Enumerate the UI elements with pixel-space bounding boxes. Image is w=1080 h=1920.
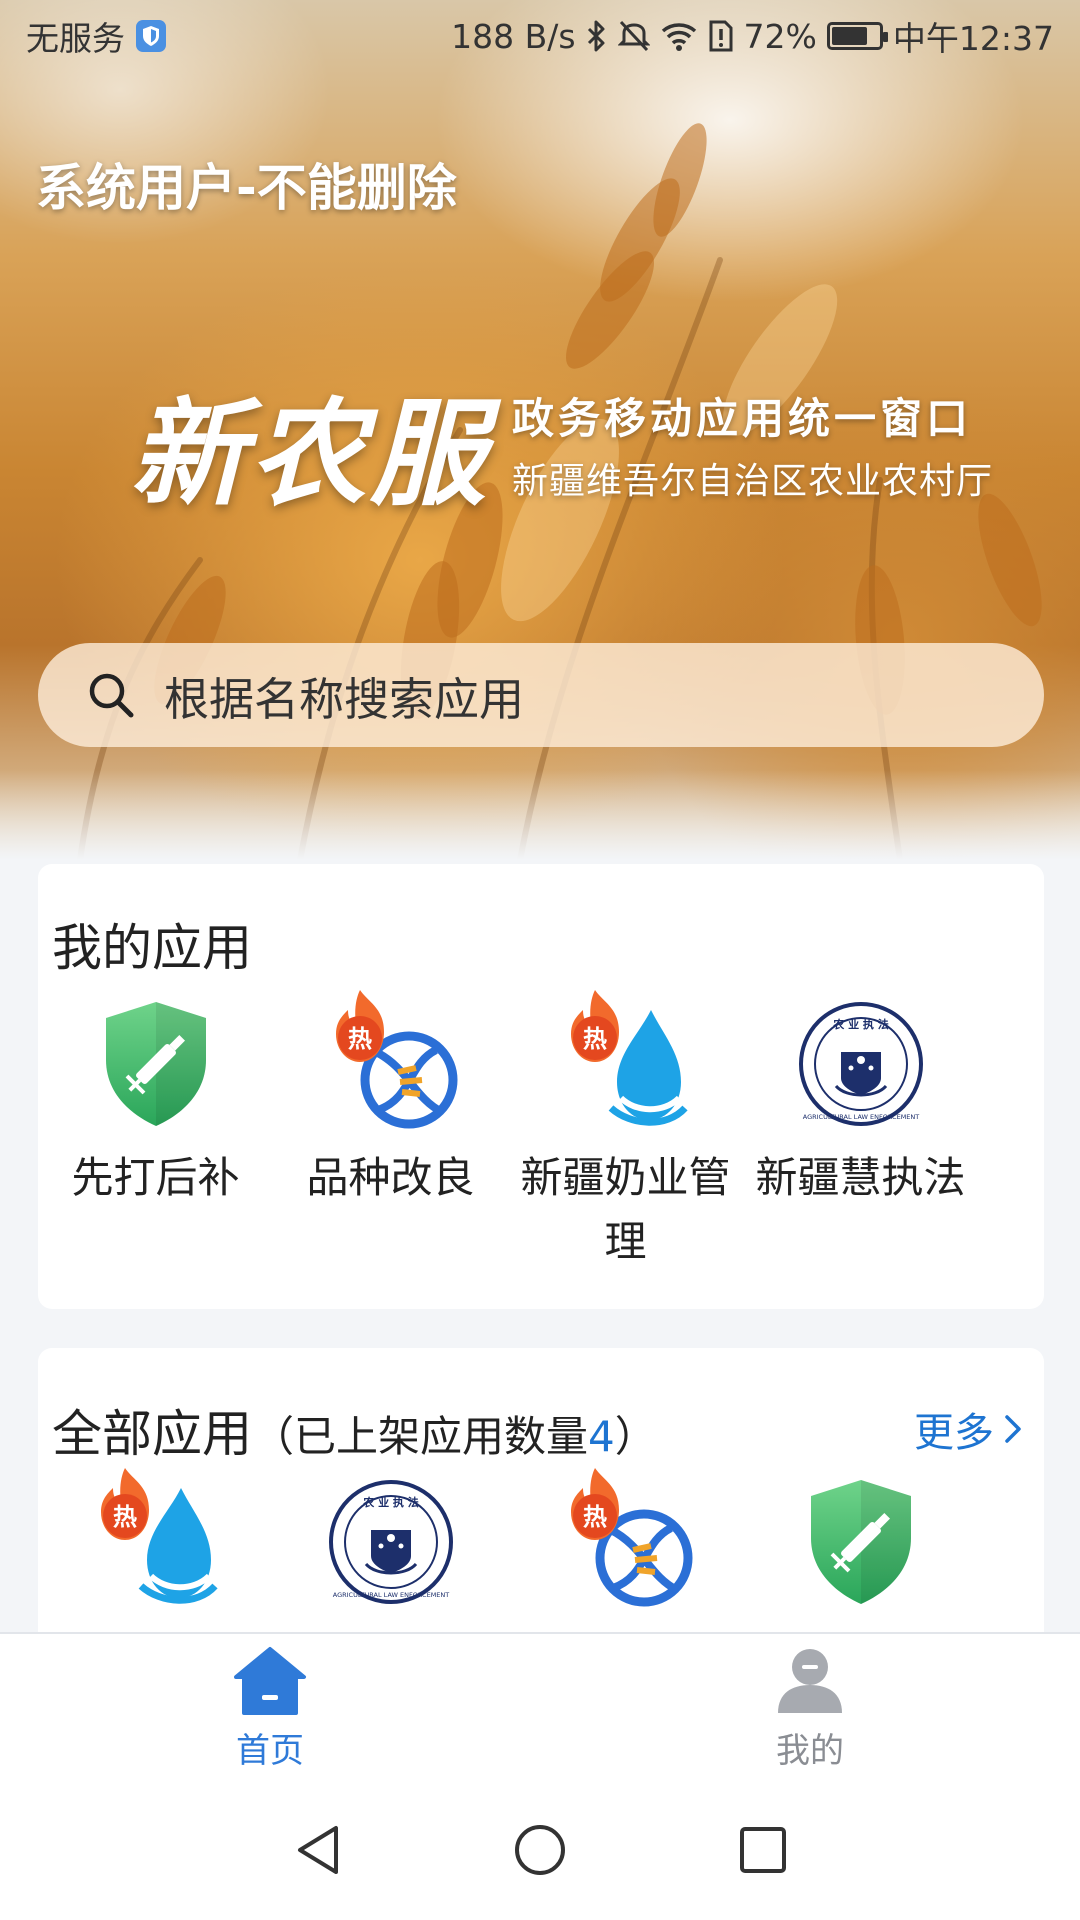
tab-home-label: 首页 [236,1730,304,1771]
brand-slogan: 政务移动应用统一窗口 [512,393,973,443]
hot-flame-icon: 热 [100,1468,149,1540]
brand-subtitle: 政务移动应用统一窗口 新疆维吾尔自治区农业农村厅 [512,385,993,504]
app-label: 先打后补 [71,1153,240,1202]
app-label: 新疆慧执法 [755,1153,966,1202]
app-tile-breed-improvement[interactable]: 热 品种改良 [273,990,508,1274]
carrier-text: 无服务 [26,19,125,58]
recent-apps-icon[interactable] [738,1825,788,1875]
hot-badge-label: 热 [113,1503,137,1531]
all-apps-grid: 热 农 业 执 法 AGRICULTURAL LAW ENFORCEMENT 热 [38,1468,1044,1612]
network-speed-text: 188 B/s [451,16,576,56]
user-icon [778,1648,842,1713]
search-bar[interactable]: 根据名称搜索应用 [38,643,1044,747]
app-tile-smart-law-enforcement[interactable]: 农 业 执 法 AGRICULTURAL LAW ENFORCEMENT 新疆慧… [743,994,978,1274]
hot-badge-label: 热 [348,1025,372,1053]
tab-home[interactable]: 首页 [0,1634,540,1782]
clock-text: 中午12:37 [892,19,1054,58]
chevron-right-icon [1005,1415,1021,1443]
user-title: 系统用户-不能删除 [36,159,457,217]
hot-flame-icon: 热 [335,990,384,1062]
my-apps-grid: 先打后补 热 品种改良 热 新疆奶业管理 农 业 执 法 AGRICULTURA… [38,990,1044,1274]
app-tile-vaccination[interactable] [743,1472,978,1612]
hot-flame-icon: 热 [570,1468,619,1540]
all-apps-count-suffix: ） [614,1412,657,1461]
tab-mine-label: 我的 [776,1730,844,1771]
my-apps-card: 我的应用 先打后补 热 品种改良 热 新疆奶业管理 农 业 执 法 AGRICU… [38,864,1044,1309]
home-icon [234,1646,306,1715]
brand-logo: 新农服 [130,386,490,522]
sim-alert-icon [709,20,733,52]
emblem-ring-text: AGRICULTURAL LAW ENFORCEMENT [802,1113,919,1121]
battery-icon [826,22,888,50]
search-icon [89,673,134,718]
wifi-icon [661,23,696,51]
emblem-top-text: 农 业 执 法 [832,1017,889,1031]
brand-banner: 新农服 政务移动应用统一窗口 新疆维吾尔自治区农业农村厅 [130,360,993,528]
app-tile-dairy-management[interactable]: 热 新疆奶业管理 [508,990,743,1274]
more-button[interactable]: 更多 [914,1400,1022,1458]
law-enforcement-emblem-icon: 农 业 执 法 AGRICULTURAL LAW ENFORCEMENT [328,1480,453,1604]
mute-icon [617,20,650,52]
status-bar: 无服务 188 B/s 72% 中午12:37 [0,0,1080,72]
all-apps-count: 4 [588,1412,615,1461]
all-apps-title: 全部应用（已上架应用数量4） [52,1394,657,1466]
vaccine-shield-icon [105,1002,206,1126]
brand-organization: 新疆维吾尔自治区农业农村厅 [512,460,994,502]
all-apps-count-prefix: （已上架应用数量 [252,1412,589,1461]
search-placeholder: 根据名称搜索应用 [164,672,525,726]
more-label: 更多 [914,1410,994,1456]
law-enforcement-emblem-icon: 农 业 执 法 AGRICULTURAL LAW ENFORCEMENT [798,1002,923,1126]
app-label: 品种改良 [306,1153,475,1202]
app-tile-smart-law-enforcement[interactable]: 农 业 执 法 AGRICULTURAL LAW ENFORCEMENT [273,1472,508,1612]
emblem-ring-text: AGRICULTURAL LAW ENFORCEMENT [332,1591,449,1599]
hot-badge-label: 热 [583,1025,607,1053]
system-navigation-bar [0,1780,1080,1920]
security-shield-icon [136,20,166,52]
tab-mine[interactable]: 我的 [540,1634,1080,1782]
emblem-top-text: 农 业 执 法 [362,1495,419,1509]
vaccine-shield-icon [810,1480,911,1604]
all-apps-title-text: 全部应用 [52,1405,252,1463]
my-apps-title: 我的应用 [52,919,252,977]
app-label: 新疆奶业管理 [520,1153,731,1266]
bottom-tab-bar: 首页 我的 [0,1632,1080,1782]
hot-flame-icon: 热 [570,990,619,1062]
home-circle-icon[interactable] [512,1822,568,1878]
hot-badge-label: 热 [583,1503,607,1531]
app-tile-vaccination[interactable]: 先打后补 [38,994,273,1274]
hero-fade [0,770,1080,860]
battery-percent-text: 72% [743,16,817,56]
app-tile-breed-improvement[interactable]: 热 [508,1468,743,1612]
bluetooth-icon [587,20,605,52]
app-tile-dairy-management[interactable]: 热 [38,1468,273,1612]
back-icon[interactable] [292,1822,342,1878]
